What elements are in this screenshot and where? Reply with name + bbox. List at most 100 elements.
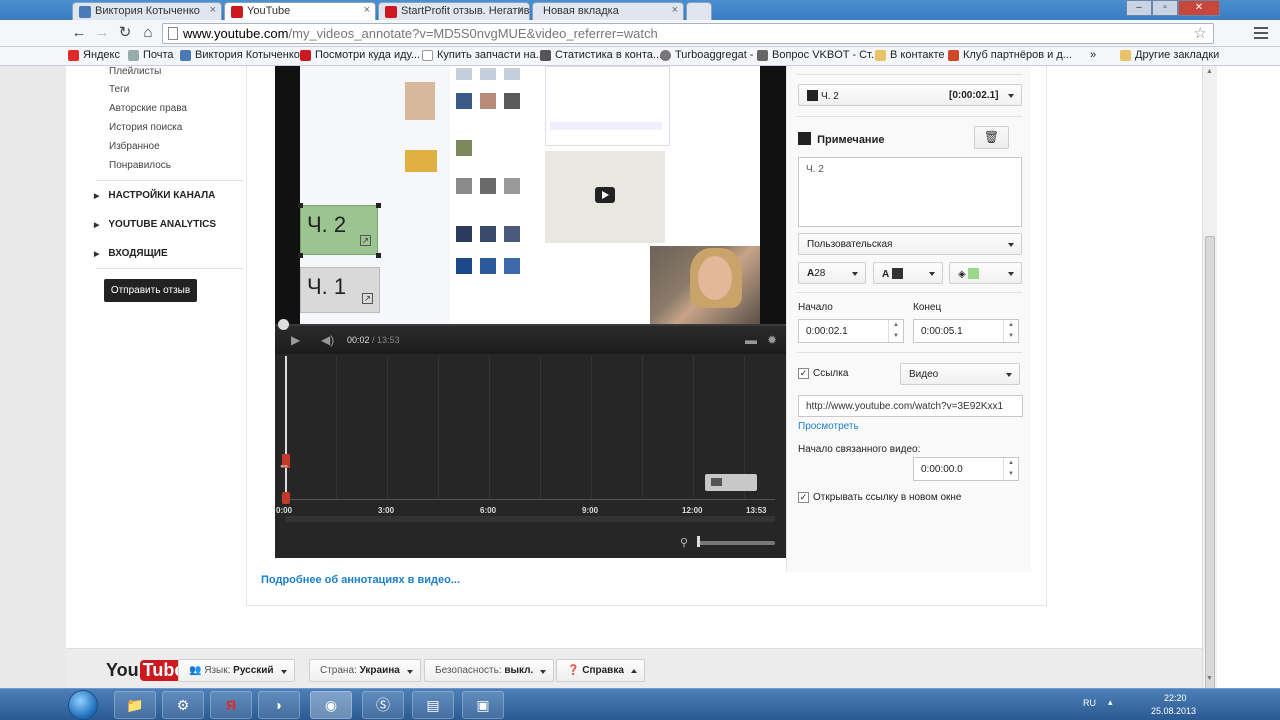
network-taskbar-icon[interactable]: ⚙ [162,691,204,719]
style-select[interactable]: Пользовательская [798,233,1022,255]
sidebar-item-playlists[interactable]: Плейлисты [109,66,161,77]
tab-close-icon[interactable]: × [210,4,216,16]
youtube-logo[interactable]: You Tube [106,660,188,681]
bookmark-stats[interactable]: Статистика в конта... [540,49,662,61]
zoom-slider[interactable] [697,541,775,545]
end-time-input[interactable]: 0:00:05.1 ▲ ▼ [913,319,1019,343]
resize-handle[interactable] [376,203,381,208]
tab-vk[interactable]: Виктория Котыченко × [72,2,222,20]
annotations-toggle-icon[interactable]: ▬ [745,333,757,347]
start-button[interactable] [68,690,98,720]
scroll-down-icon[interactable]: ▼ [1206,675,1213,682]
scroll-up-icon[interactable]: ▲ [1206,68,1213,75]
yandex-taskbar-icon[interactable]: Я [210,691,252,719]
send-feedback-button[interactable]: Отправить отзыв [104,279,197,302]
bookmark-club[interactable]: Клуб партнёров и д... [948,49,1072,61]
language-button[interactable]: 👥 Язык: Русский [178,659,295,682]
annotation-timeline[interactable]: 0:00 3:00 6:00 9:00 12:00 13:53 ⇔ ⚲ [275,354,786,558]
sidebar-section-analytics[interactable]: ▶ YOUTUBE ANALYTICS [94,219,216,230]
timeline-playhead[interactable] [285,356,287,502]
volume-icon[interactable]: ◀) [321,333,334,347]
link-checkbox[interactable]: ✓ [798,368,809,379]
zoom-slider-knob[interactable] [697,536,700,547]
gear-icon[interactable]: ✹ [767,333,777,347]
maximize-button[interactable]: ▫ [1152,0,1178,16]
other-bookmarks[interactable]: Другие закладки [1120,49,1219,61]
sidebar-item-search-history[interactable]: История поиска [109,122,182,133]
skype-taskbar-icon[interactable]: Ⓢ [362,691,404,719]
scrollbar-thumb[interactable] [1205,236,1215,692]
back-icon[interactable]: ← [70,24,88,42]
tab-startprofit[interactable]: StartProfit отзыв. Негатив × [378,2,530,20]
country-button[interactable]: Страна: Украина [309,659,421,682]
explorer-taskbar-icon[interactable]: 📁 [114,691,156,719]
new-window-checkbox[interactable]: ✓ [798,492,809,503]
media-taskbar-icon[interactable]: ◗ [258,691,300,719]
resize-horizontal-icon[interactable]: ⇔ [278,458,290,472]
annotation-note-2[interactable]: Ч. 2 ↗ [300,205,378,255]
safety-button[interactable]: Безопасность: выкл. [424,659,555,682]
sidebar-item-tags[interactable]: Теги [109,84,129,95]
bookmark-vkbot[interactable]: Вопрос VKBOT - Ст... [757,49,880,61]
new-tab-button[interactable] [686,2,712,20]
bookmark-turbo[interactable]: Turboaggregat - [660,49,753,61]
bookmarks-overflow[interactable]: » [1090,49,1096,61]
link-url-input[interactable]: http://www.youtube.com/watch?v=3E92Kxx1 [798,395,1023,417]
help-button[interactable]: ❓ Справка [556,659,645,682]
spinner-arrows[interactable]: ▲ ▼ [1003,458,1018,480]
start-time-input[interactable]: 0:00:02.1 ▲ ▼ [798,319,904,343]
address-bar[interactable]: www.youtube.com/my_videos_annotate?v=MD5… [162,23,1214,44]
tab-close-icon[interactable]: × [518,4,524,16]
tab-youtube[interactable]: YouTube × [224,2,376,20]
timeline-annotation-block[interactable] [705,474,757,491]
resize-handle[interactable] [376,253,381,258]
sidebar-item-favorites[interactable]: Избранное [109,141,160,152]
tab-new[interactable]: Новая вкладка × [532,2,684,20]
sidebar-section-channel-settings[interactable]: ▶ НАСТРОЙКИ КАНАЛА [94,190,215,201]
sidebar-item-copyright[interactable]: Авторские права [109,103,187,114]
forward-icon[interactable]: → [93,24,111,42]
camera-taskbar-icon[interactable]: ▣ [462,691,504,719]
bookmark-star-icon[interactable]: ☆ [1194,24,1207,42]
link-type-select[interactable]: Видео [900,363,1020,385]
resize-handle[interactable] [298,203,303,208]
annotations-help-link[interactable]: Подробнее об аннотациях в видео... [261,574,460,586]
clock-date[interactable]: 25.08.2013 [1151,706,1196,716]
home-icon[interactable]: ⌂ [139,24,157,42]
minimize-button[interactable]: – [1126,0,1152,16]
resize-handle[interactable] [298,253,303,258]
page-scrollbar[interactable]: ▲ ▼ [1202,66,1217,692]
linked-video-start-input[interactable]: 0:00:00.0 ▲ ▼ [913,457,1019,481]
tray-expand-icon[interactable]: ▴ [1108,697,1113,708]
tab-close-icon[interactable]: × [672,4,678,16]
browser-menu-icon[interactable] [1254,24,1268,42]
notes-taskbar-icon[interactable]: ▤ [412,691,454,719]
bookmark-vk-profile[interactable]: Виктория Котыченко [180,49,300,61]
bookmark-youtube[interactable]: Посмотри куда иду... [300,49,420,61]
spinner-arrows[interactable]: ▲ ▼ [888,320,903,342]
timeline-scrollbar[interactable] [285,516,775,522]
play-icon[interactable]: ▶ [291,333,300,347]
spinner-arrows[interactable]: ▲ ▼ [1003,320,1018,342]
annotation-select[interactable]: Ч. 2 [0:00:02.1] [798,84,1022,106]
background-color-select[interactable]: ◈ [949,262,1022,284]
sidebar-section-inbox[interactable]: ▶ ВХОДЯЩИЕ [94,248,168,259]
bookmark-yandex[interactable]: Яндекс [68,49,120,61]
text-color-select[interactable]: A [873,262,943,284]
language-indicator[interactable]: RU [1083,698,1096,708]
clock-time[interactable]: 22:20 [1164,693,1187,703]
preview-link[interactable]: Просмотреть [798,421,859,432]
bookmark-vk[interactable]: В контакте [875,49,945,61]
annotation-text-input[interactable]: Ч. 2 [798,157,1022,227]
bookmark-parts[interactable]: Купить запчасти на... [422,49,545,61]
playhead-handle[interactable] [282,492,290,504]
close-window-button[interactable]: ✕ [1178,0,1220,16]
progress-scrubber[interactable] [278,319,289,330]
sidebar-item-liked[interactable]: Понравилось [109,160,171,171]
bookmark-mail[interactable]: Почта [128,49,174,61]
reload-icon[interactable]: ↻ [116,24,134,42]
chrome-taskbar-icon[interactable]: ◉ [310,691,352,719]
delete-annotation-button[interactable]: 🗑 [974,126,1009,149]
annotation-note-1[interactable]: Ч. 1 ↗ [300,267,380,313]
tab-close-icon[interactable]: × [364,4,370,16]
